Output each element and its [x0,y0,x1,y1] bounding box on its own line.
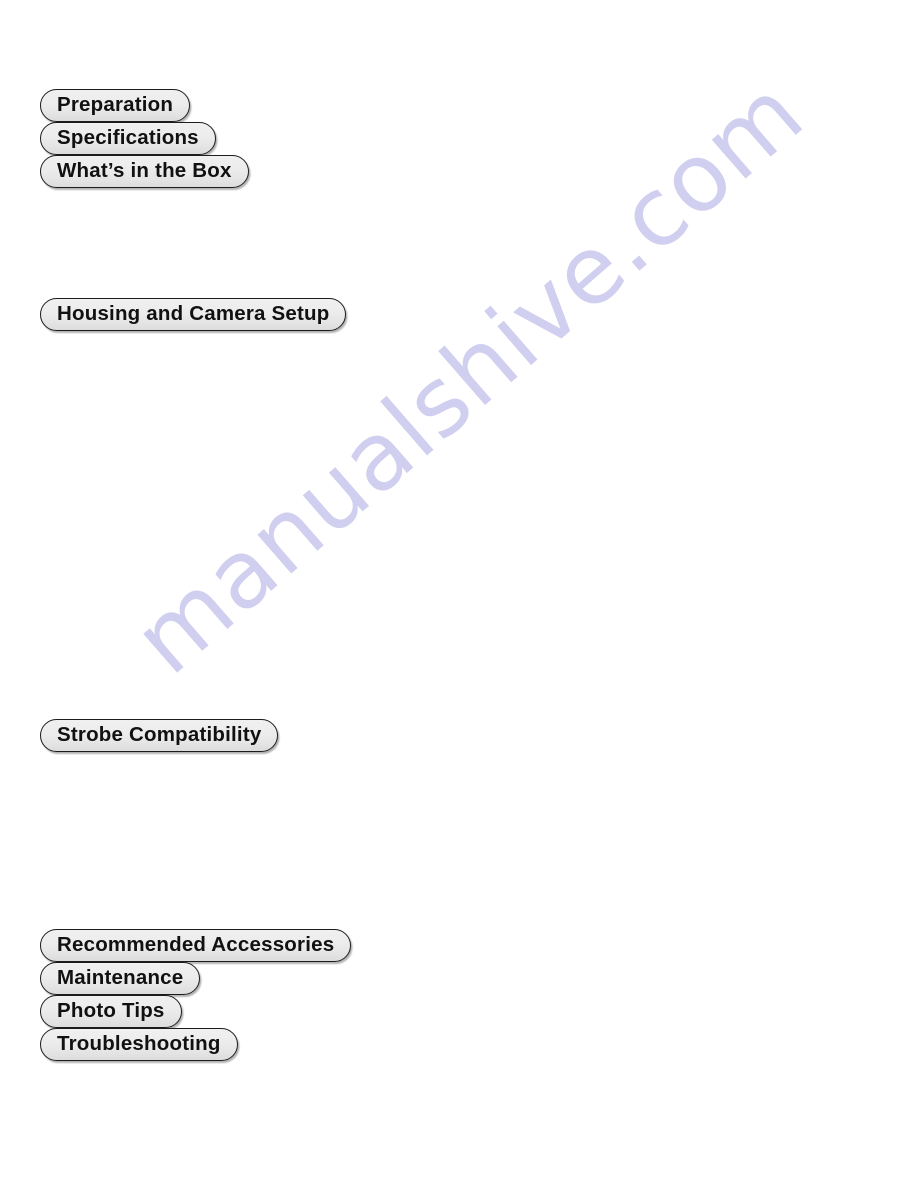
section-group-accessories: Recommended Accessories Maintenance Phot… [40,929,352,1061]
section-button-whats-in-the-box[interactable]: What’s in the Box [40,155,249,188]
section-button-photo-tips[interactable]: Photo Tips [40,995,182,1028]
section-button-troubleshooting[interactable]: Troubleshooting [40,1028,238,1061]
pill-row: Specifications [40,122,249,155]
pill-row: Troubleshooting [40,1028,351,1061]
section-button-strobe-compatibility[interactable]: Strobe Compatibility [40,719,279,752]
manual-contents-page: manualshive.com Preparation Specificatio… [0,0,918,1188]
section-button-housing-and-camera-setup[interactable]: Housing and Camera Setup [40,298,347,331]
pill-row: Photo Tips [40,995,351,1028]
section-button-maintenance[interactable]: Maintenance [40,962,201,995]
pill-row: What’s in the Box [40,155,249,188]
pill-row: Strobe Compatibility [40,719,279,752]
pill-row: Housing and Camera Setup [40,298,347,331]
pill-row: Recommended Accessories [40,929,352,962]
section-button-recommended-accessories[interactable]: Recommended Accessories [40,929,352,962]
section-link-list: Preparation Specifications What’s in the… [0,0,918,1188]
section-group-housing: Housing and Camera Setup [40,298,347,331]
section-button-specifications[interactable]: Specifications [40,122,216,155]
pill-row: Preparation [40,89,249,122]
section-group-strobe: Strobe Compatibility [40,719,279,752]
pill-row: Maintenance [40,962,351,995]
section-button-preparation[interactable]: Preparation [40,89,191,122]
section-group-preparation: Preparation Specifications What’s in the… [40,89,249,188]
